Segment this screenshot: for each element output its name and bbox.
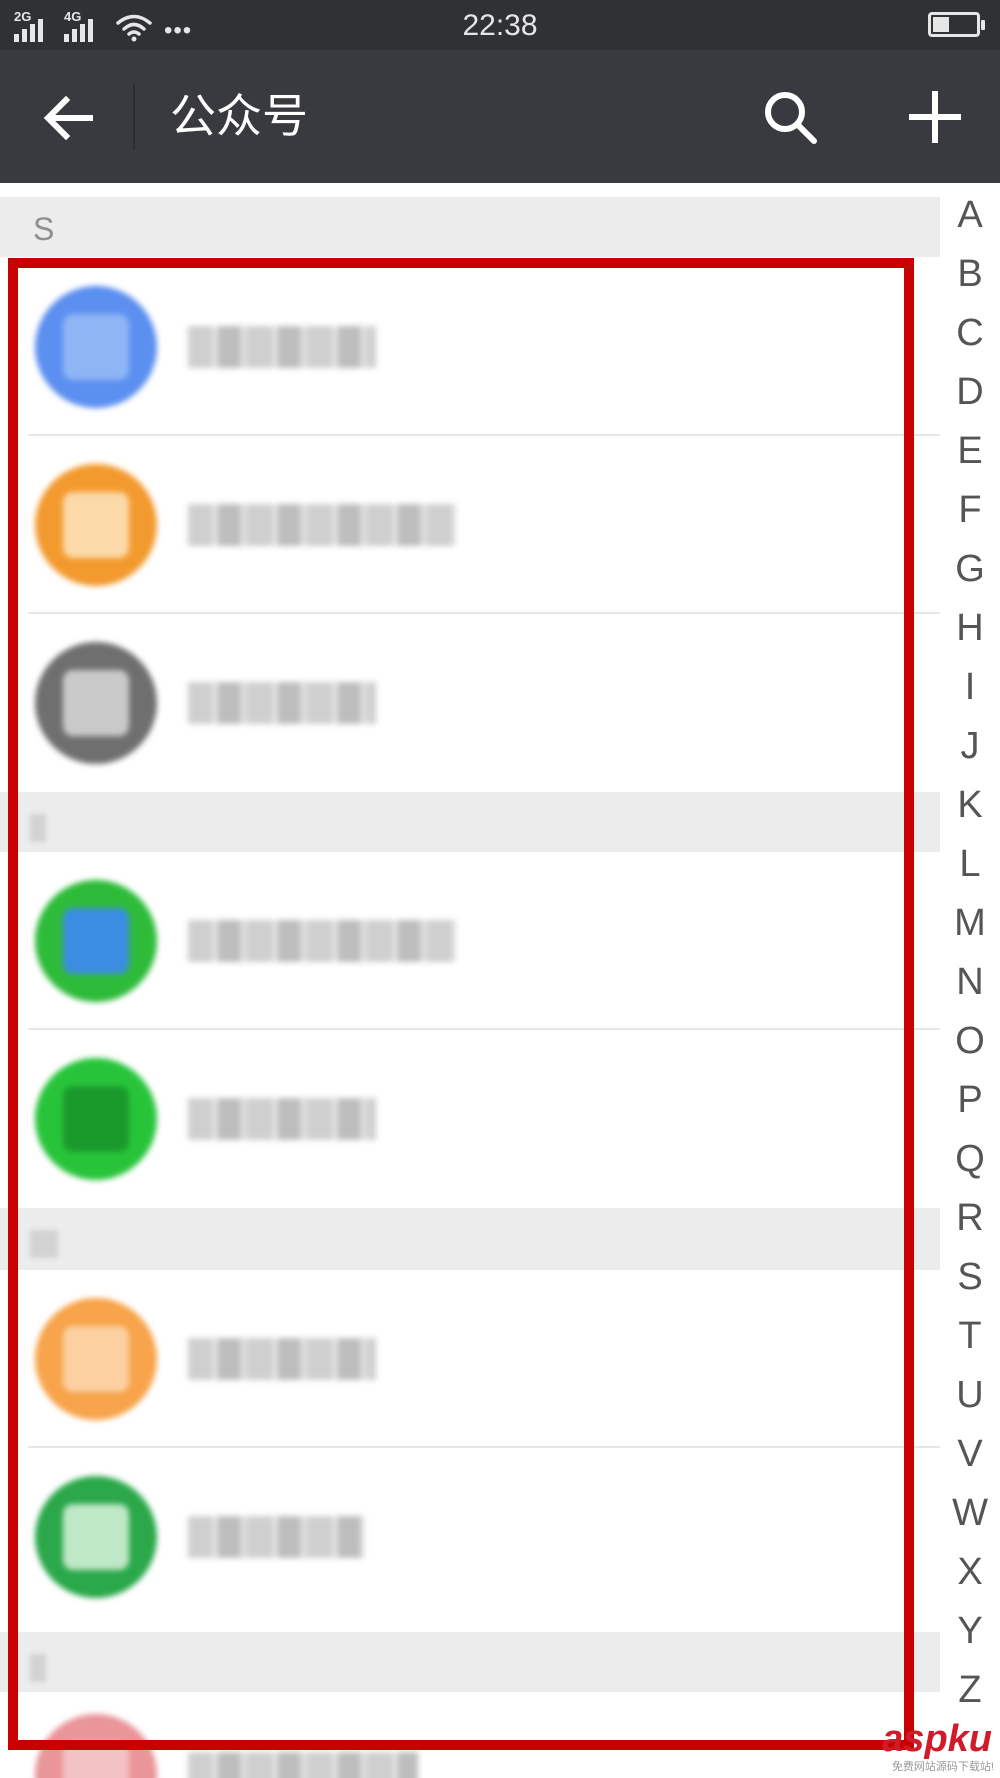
account-name-blurred [188,1752,418,1778]
account-avatar [35,1476,157,1598]
index-letter-h[interactable]: H [940,599,1000,658]
header-gap [0,183,1000,197]
search-button[interactable] [755,82,825,152]
account-name-blurred [188,1098,376,1140]
account-name-blurred [188,1516,364,1558]
index-letter-a[interactable]: A [940,186,1000,245]
account-avatar [35,642,157,764]
page-title: 公众号 [170,90,308,142]
section-header [0,792,940,852]
list-item[interactable] [0,1270,940,1448]
index-letter-q[interactable]: Q [940,1130,1000,1189]
account-avatar [35,464,157,586]
header-divider [133,84,135,150]
index-letter-i[interactable]: I [940,658,1000,717]
index-letter-u[interactable]: U [940,1366,1000,1425]
index-letter-l[interactable]: L [940,835,1000,894]
list-item[interactable] [0,852,940,1030]
plus-icon [909,91,961,143]
index-letter-k[interactable]: K [940,776,1000,835]
back-button[interactable] [30,80,106,156]
list-item[interactable] [0,1030,940,1208]
list-item[interactable] [0,436,940,614]
index-letter-r[interactable]: R [940,1189,1000,1248]
watermark-logo: aspku 免费网站源码下载站! [882,1718,994,1773]
index-letter-f[interactable]: F [940,481,1000,540]
section-header: S [0,197,940,257]
index-letter-n[interactable]: N [940,953,1000,1012]
index-letter-t[interactable]: T [940,1307,1000,1366]
status-time: 22:38 [462,9,538,42]
section-header [0,1632,940,1692]
list-item[interactable] [0,258,940,436]
account-name-blurred [188,682,376,724]
index-letter-y[interactable]: Y [940,1602,1000,1661]
section-header [0,1208,940,1270]
index-letter-x[interactable]: X [940,1543,1000,1602]
section-letter-blurred [30,814,46,842]
index-letter-m[interactable]: M [940,894,1000,953]
status-bar: 2G 4G ••• 22:38 [0,0,1000,50]
account-avatar [35,286,157,408]
app-header: 公众号 [0,50,1000,183]
arrow-left-icon [43,95,93,141]
section-letter-blurred [30,1654,46,1682]
list-item[interactable] [0,1448,940,1626]
search-icon [765,92,817,144]
index-letter-s[interactable]: S [940,1248,1000,1307]
account-avatar [35,1714,157,1778]
account-name-blurred [188,1338,376,1380]
account-avatar [35,1298,157,1420]
index-letter-o[interactable]: O [940,1012,1000,1071]
index-letter-z[interactable]: Z [940,1661,1000,1720]
account-name-blurred [188,326,376,368]
index-letter-c[interactable]: C [940,304,1000,363]
index-letter-w[interactable]: W [940,1484,1000,1543]
list-item[interactable] [0,614,940,792]
index-letter-e[interactable]: E [940,422,1000,481]
battery-icon [928,12,985,37]
index-letter-d[interactable]: D [940,363,1000,422]
account-avatar [35,1058,157,1180]
list-item[interactable] [0,1692,940,1778]
alphabet-index[interactable]: ABCDEFGHIJKLMNOPQRSTUVWXYZ [940,186,1000,1720]
section-letter: S [33,211,55,247]
account-name-blurred [188,920,456,962]
index-letter-j[interactable]: J [940,717,1000,776]
account-avatar [35,880,157,1002]
account-name-blurred [188,504,456,546]
index-letter-b[interactable]: B [940,245,1000,304]
index-letter-g[interactable]: G [940,540,1000,599]
index-letter-p[interactable]: P [940,1071,1000,1130]
index-letter-v[interactable]: V [940,1425,1000,1484]
add-button[interactable] [895,82,975,152]
section-letter-blurred [30,1230,58,1258]
